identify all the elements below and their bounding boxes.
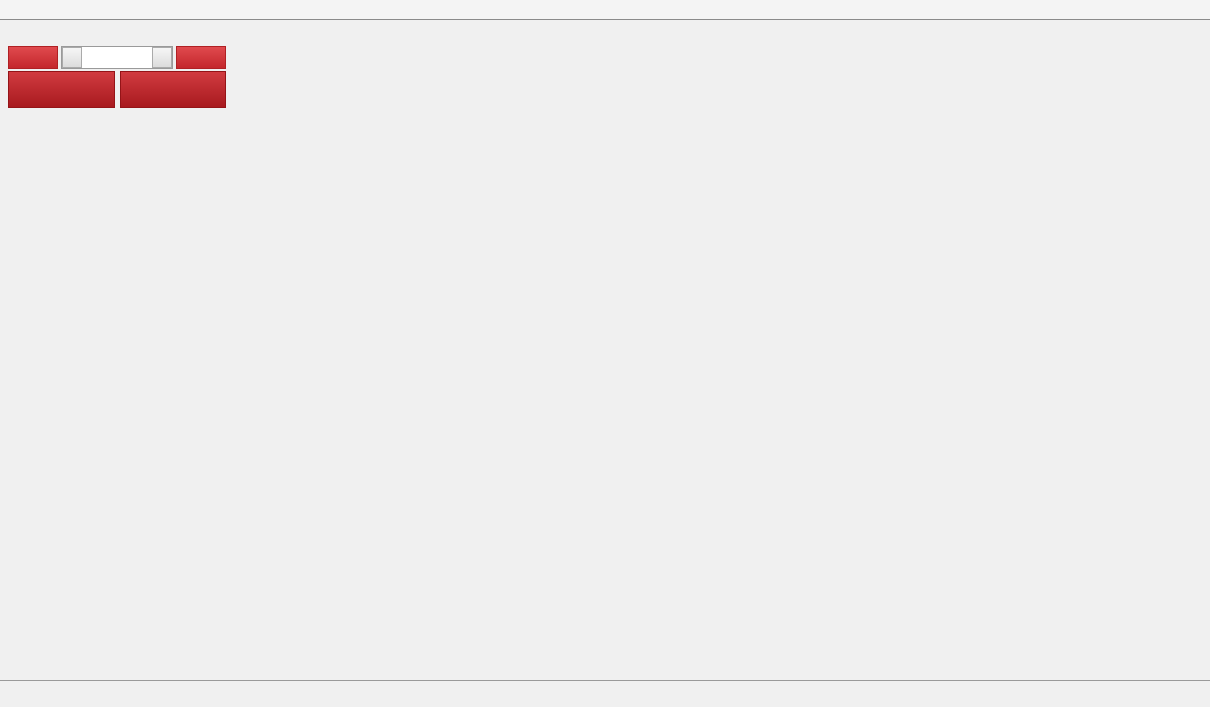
chart-window (0, 19, 1210, 680)
sell-price-box[interactable] (8, 71, 115, 108)
one-click-trading-panel (8, 46, 226, 108)
trading-terminal (0, 0, 1210, 706)
chart-canvas[interactable] (0, 19, 1210, 680)
buy-price-box[interactable] (120, 71, 227, 108)
volume-increase-icon[interactable] (152, 47, 172, 68)
volume-spinner (61, 46, 173, 69)
timeframe-toolbar (0, 0, 1210, 20)
buy-button[interactable] (176, 46, 226, 69)
chart-tab-bar (0, 680, 1210, 707)
sell-button[interactable] (8, 46, 58, 69)
volume-input[interactable] (82, 47, 152, 68)
volume-decrease-icon[interactable] (62, 47, 82, 68)
